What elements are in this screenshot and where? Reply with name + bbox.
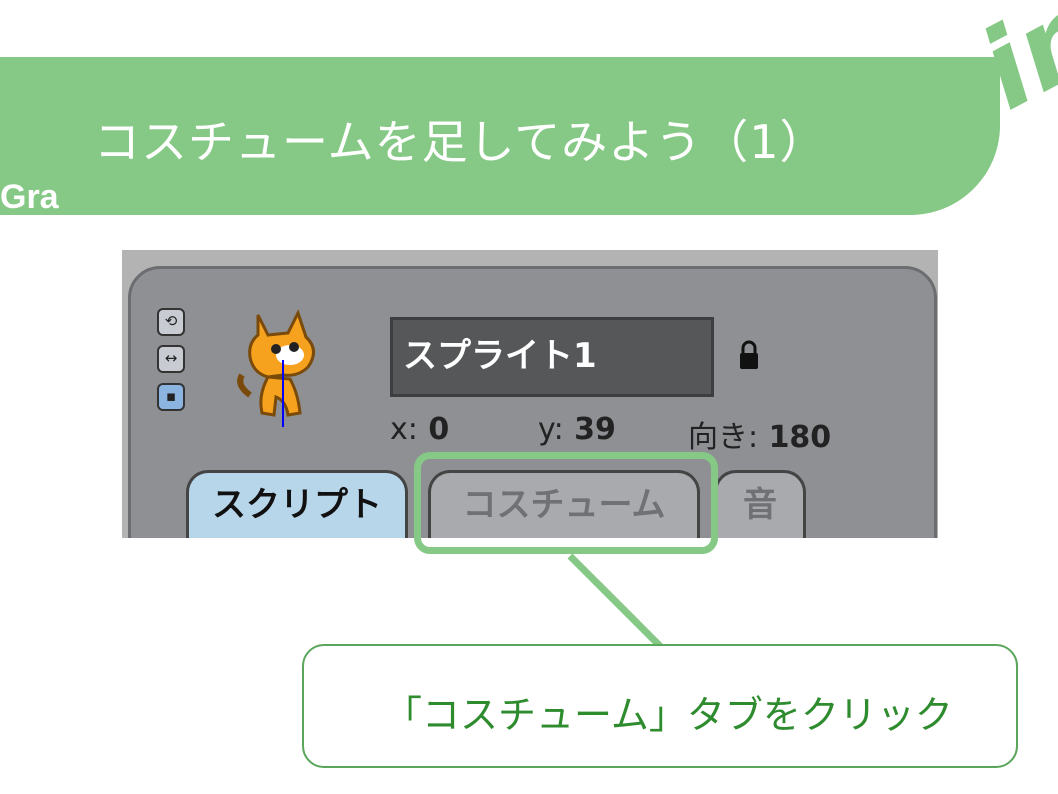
sprite-thumbnail xyxy=(237,309,315,427)
x-value: 0 xyxy=(428,412,450,447)
costume-tab-highlight xyxy=(414,452,718,554)
direction-value: 180 xyxy=(768,420,832,455)
slide-title: コスチュームを足してみよう（1） xyxy=(94,115,827,169)
svg-text:min: min xyxy=(870,0,1058,188)
instruction-callout: 「コスチューム」タブをクリック xyxy=(302,644,1018,768)
logo-min: min xyxy=(870,0,1058,188)
y-value: 39 xyxy=(574,412,616,447)
direction-label: 向き: xyxy=(688,420,759,455)
lock-icon[interactable] xyxy=(738,340,760,370)
x-coordinate: x: 0 xyxy=(390,412,449,447)
x-label: x: xyxy=(390,412,418,447)
direction: 向き: 180 xyxy=(688,412,831,456)
no-rotate-icon[interactable]: ▪ xyxy=(157,383,185,411)
callout-text: 「コスチューム」タブをクリック xyxy=(384,693,953,737)
flip-horizontal-icon[interactable]: ↔ xyxy=(157,345,185,373)
corner-label: Gra xyxy=(0,178,59,216)
y-label: y: xyxy=(538,412,564,447)
rotate-icon[interactable]: ⟲ xyxy=(157,308,185,336)
tab-scripts[interactable]: スクリプト xyxy=(186,470,408,538)
tab-sounds[interactable]: 音 xyxy=(714,470,806,538)
y-coordinate: y: 39 xyxy=(538,412,616,447)
sprite-name-field[interactable]: スプライト1 xyxy=(390,317,714,397)
